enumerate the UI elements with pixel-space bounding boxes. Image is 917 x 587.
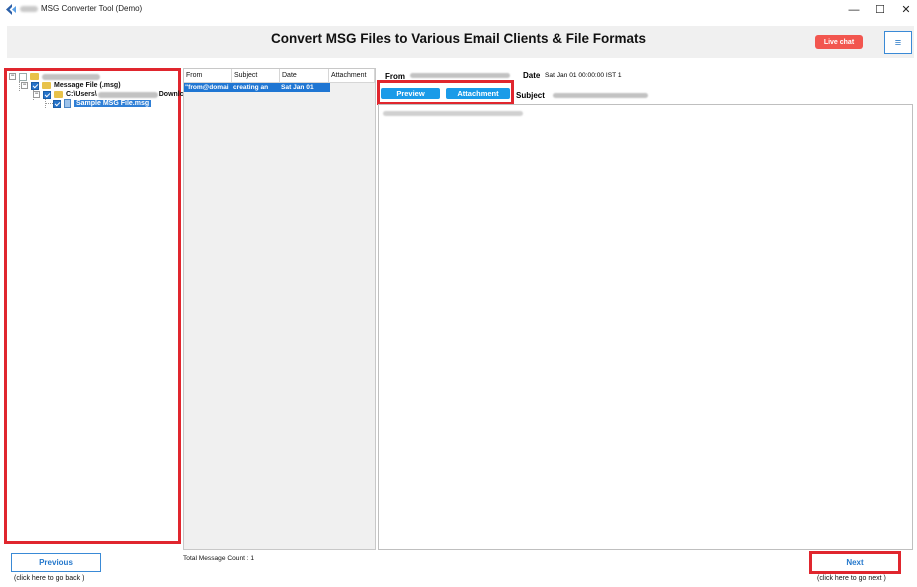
window-title-wrap: MSG Converter Tool (Demo) bbox=[20, 4, 142, 13]
next-hint: (click here to go next ) bbox=[817, 575, 886, 582]
folder-icon bbox=[42, 82, 51, 89]
tree-connector bbox=[19, 81, 20, 91]
previous-hint: (click here to go back ) bbox=[14, 575, 85, 582]
blurred-brand bbox=[20, 5, 38, 12]
date-label: Date bbox=[523, 71, 541, 80]
blurred-root-name bbox=[42, 73, 100, 80]
tree-node-label-selected: Sample MSG File.msg bbox=[74, 100, 152, 107]
maximize-button[interactable]: ☐ bbox=[869, 2, 891, 17]
tree-connector bbox=[45, 103, 53, 104]
folder-icon bbox=[54, 91, 63, 98]
date-value: Sat Jan 01 00:00:00 IST 1 bbox=[545, 72, 622, 79]
path-prefix: C:\Users\ bbox=[66, 91, 97, 98]
folder-icon bbox=[30, 73, 39, 80]
tab-preview[interactable]: Preview bbox=[381, 88, 440, 99]
folder-tree-panel: − − Message File (.msg) − C:\Users\ Down… bbox=[4, 68, 184, 544]
subject-label: Subject bbox=[516, 91, 545, 100]
window-title: MSG Converter Tool (Demo) bbox=[41, 4, 143, 13]
column-header-from[interactable]: From bbox=[184, 69, 232, 83]
app-window: MSG Converter Tool (Demo) — ☐ ✕ Convert … bbox=[0, 0, 917, 587]
checkbox-checked[interactable] bbox=[53, 99, 61, 108]
live-chat-button[interactable]: Live chat bbox=[815, 35, 863, 49]
tab-attachment[interactable]: Attachment bbox=[446, 88, 510, 99]
total-message-count: Total Message Count : 1 bbox=[183, 555, 255, 562]
column-header-date[interactable]: Date bbox=[280, 69, 329, 83]
cell-date: Sat Jan 01 bbox=[281, 84, 314, 91]
tree-node-message-file[interactable]: − Message File (.msg) bbox=[21, 81, 121, 90]
blurred-subject-value bbox=[553, 93, 648, 98]
tree-root-node[interactable]: − bbox=[9, 72, 100, 81]
blurred-body-text bbox=[383, 111, 523, 116]
collapse-icon[interactable]: − bbox=[33, 91, 40, 98]
checkbox[interactable] bbox=[19, 72, 27, 81]
cell-from: "from@domai bbox=[185, 84, 229, 91]
checkbox-checked[interactable] bbox=[31, 81, 39, 90]
title-bar: MSG Converter Tool (Demo) — ☐ ✕ bbox=[0, 0, 917, 19]
blurred-from-value bbox=[410, 73, 510, 78]
tree-node-path[interactable]: − C:\Users\ Downlc bbox=[33, 90, 184, 99]
blurred-path bbox=[97, 91, 158, 98]
cell-subject: creating an bbox=[233, 84, 269, 91]
column-header-attachment[interactable]: Attachment bbox=[329, 69, 375, 83]
previous-button[interactable]: Previous bbox=[11, 553, 101, 572]
path-suffix: Downlc bbox=[158, 91, 184, 98]
page-title: Convert MSG Files to Various Email Clien… bbox=[270, 31, 647, 46]
tree-node-label: Message File (.msg) bbox=[54, 82, 121, 89]
hamburger-menu-icon[interactable]: ≡ bbox=[884, 31, 912, 54]
tree-node-file[interactable]: Sample MSG File.msg bbox=[53, 99, 152, 108]
app-logo-icon bbox=[6, 4, 16, 15]
table-row[interactable]: "from@domai creating an Sat Jan 01 bbox=[184, 83, 330, 92]
message-list-panel: From Subject Date Attachment "from@domai… bbox=[183, 68, 376, 550]
collapse-icon[interactable]: − bbox=[21, 82, 28, 89]
checkbox-checked[interactable] bbox=[43, 90, 51, 99]
next-button[interactable]: Next bbox=[809, 551, 901, 574]
column-header-subject[interactable]: Subject bbox=[232, 69, 280, 83]
msg-file-icon bbox=[64, 99, 71, 108]
minimize-button[interactable]: — bbox=[843, 2, 865, 17]
message-list-header: From Subject Date Attachment bbox=[184, 69, 375, 83]
close-button[interactable]: ✕ bbox=[895, 2, 917, 17]
collapse-icon[interactable]: − bbox=[9, 73, 16, 80]
message-preview-body[interactable] bbox=[378, 104, 913, 550]
